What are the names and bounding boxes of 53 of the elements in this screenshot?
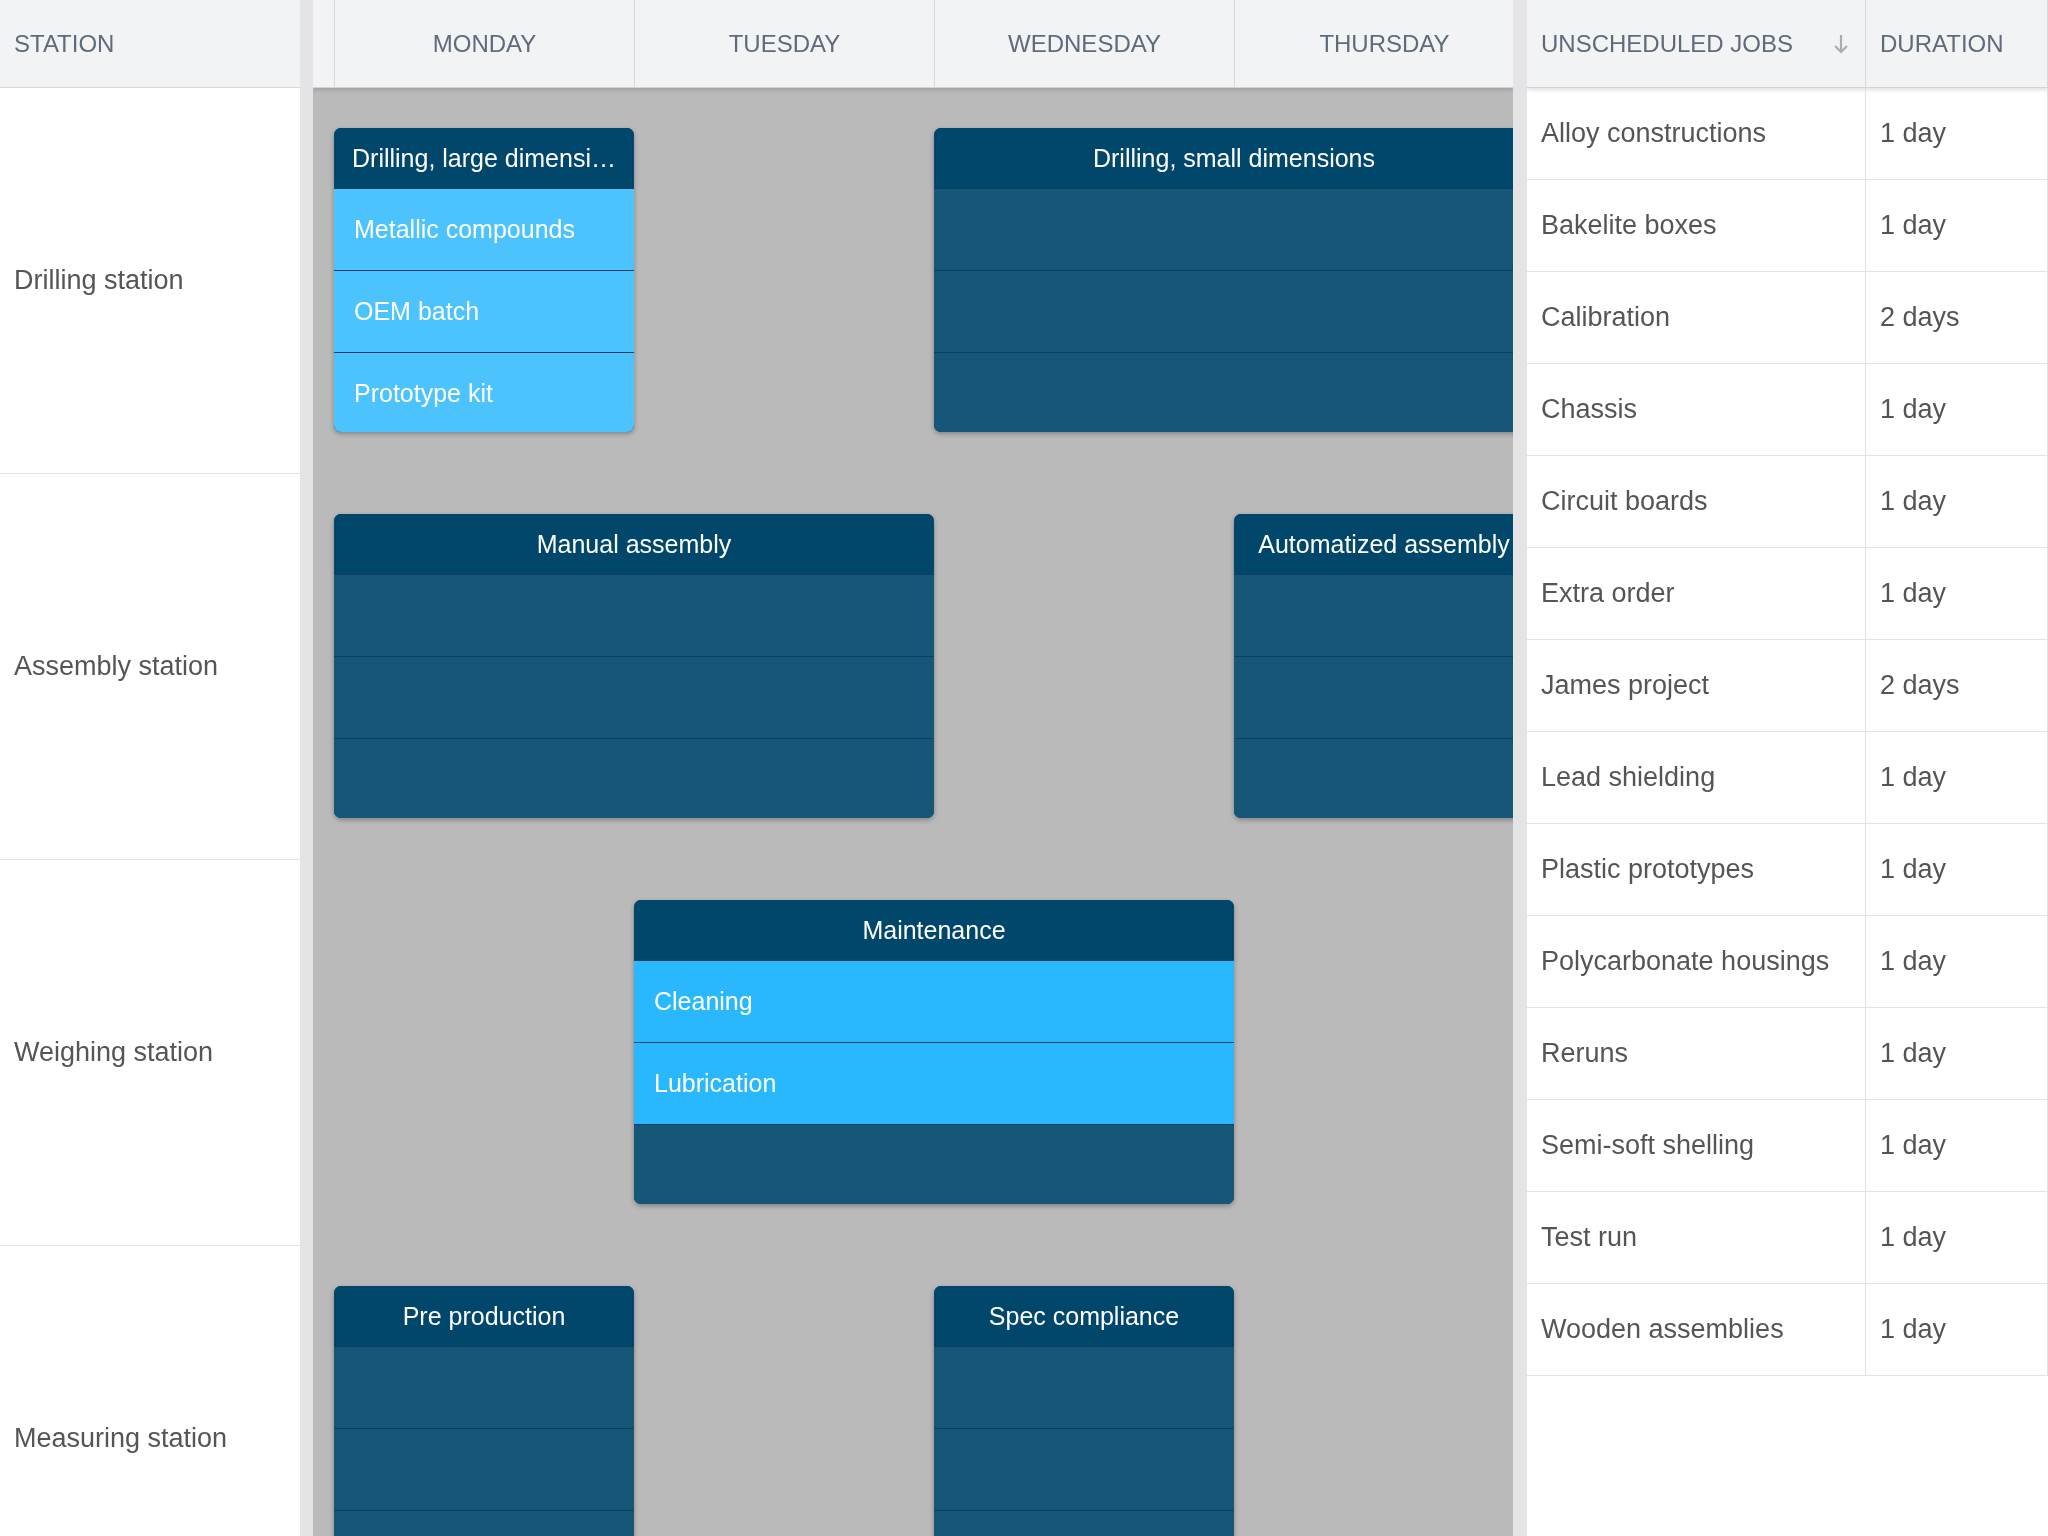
job-name: Wooden assemblies (1541, 1314, 1784, 1345)
event-title: Drilling, large dimensi… (352, 143, 616, 173)
event-card[interactable]: Drilling, small dimensions (934, 128, 1513, 432)
event-title: Pre production (402, 1301, 566, 1331)
event-title: Spec compliance (988, 1301, 1180, 1331)
job-name: Chassis (1541, 394, 1638, 425)
station-name: Measuring station (13, 1423, 228, 1454)
job-name: James project (1541, 670, 1710, 701)
job-name: Plastic prototypes (1541, 854, 1755, 885)
job-name: Bakelite boxes (1541, 210, 1717, 241)
column-header[interactable]: UNSCHEDULED JOBS (1541, 29, 1794, 58)
job-name: Extra order (1541, 578, 1675, 609)
column-header[interactable]: DURATION (1880, 29, 2004, 58)
job-name: Circuit boards (1541, 486, 1708, 517)
job-name: Calibration (1541, 302, 1671, 333)
event-card[interactable]: Manual assembly (334, 514, 934, 818)
job-duration: 2 days (1880, 302, 1960, 333)
event-card[interactable]: Spec compliance (934, 1286, 1234, 1536)
event-title: Manual assembly (536, 529, 732, 559)
job-duration: 1 day (1880, 946, 1947, 977)
day-header: MONDAY (432, 29, 537, 58)
job-duration: 1 day (1880, 1314, 1947, 1345)
job-duration: 1 day (1880, 578, 1947, 609)
splitter[interactable] (300, 0, 313, 1536)
station-name: Drilling station (13, 265, 184, 296)
job-name: Alloy constructions (1541, 118, 1767, 149)
job-duration: 1 day (1880, 1038, 1947, 1069)
event-title: Drilling, small dimensions (1093, 143, 1375, 173)
job-duration: 1 day (1880, 762, 1947, 793)
event-card[interactable]: Automatized assembly (1234, 514, 1513, 818)
job-duration: 1 day (1880, 1130, 1947, 1161)
job-name: Semi-soft shelling (1541, 1130, 1755, 1161)
event-title: Automatized assembly (1258, 529, 1510, 559)
job-duration: 1 day (1880, 394, 1947, 425)
job-duration: 1 day (1880, 854, 1947, 885)
event-card[interactable]: Pre production (334, 1286, 634, 1536)
day-header: WEDNESDAY (1008, 29, 1161, 58)
job-name: Lead shielding (1541, 762, 1716, 793)
job-duration: 1 day (1880, 486, 1947, 517)
job-duration: 1 day (1880, 1222, 1947, 1253)
day-header: THURSDAY (1319, 29, 1450, 58)
job-duration: 1 day (1880, 210, 1947, 241)
station-name: Weighing station (13, 1037, 214, 1068)
day-header: TUESDAY (728, 29, 841, 58)
job-name: Test run (1541, 1222, 1638, 1253)
station-name: Assembly station (13, 651, 219, 682)
splitter[interactable] (1513, 0, 1527, 1536)
job-name: Reruns (1541, 1038, 1629, 1069)
job-duration: 2 days (1880, 670, 1960, 701)
job-name: Polycarbonate housings (1541, 946, 1830, 977)
job-duration: 1 day (1880, 118, 1947, 149)
event-title: Maintenance (862, 915, 1006, 945)
column-header: STATION (14, 29, 115, 58)
